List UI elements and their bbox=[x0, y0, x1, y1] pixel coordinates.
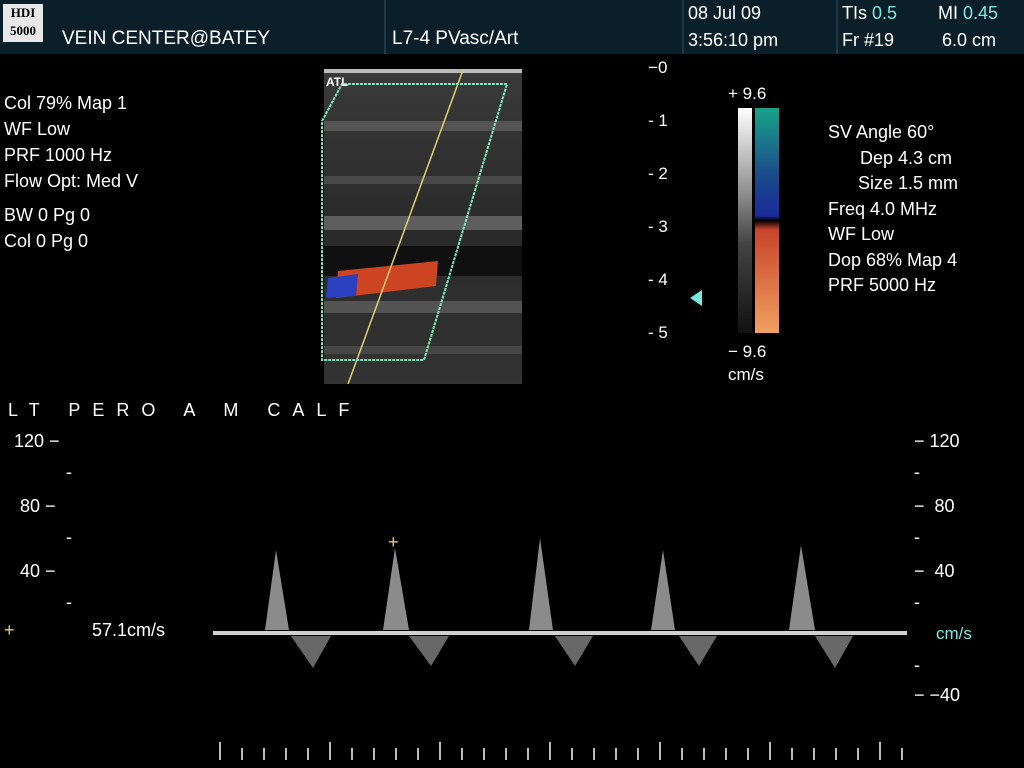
sample-volume-marker bbox=[690, 290, 702, 306]
right-tick-40: − 40 bbox=[914, 561, 955, 581]
tis-value: 0.5 bbox=[872, 3, 898, 23]
color-velocity-bar bbox=[755, 108, 779, 333]
measure-cursor-icon: + bbox=[4, 620, 15, 640]
atl-brand: ATL bbox=[326, 75, 348, 89]
color-scale-unit: cm/s bbox=[728, 365, 764, 384]
depth-tick-2: - 2 bbox=[648, 164, 668, 183]
baseline-unit: cm/s bbox=[936, 624, 972, 643]
tis-readout: TIs 0.5 bbox=[842, 3, 897, 24]
color-gain-map: Col 79% Map 1 bbox=[4, 93, 128, 113]
right-tick-80: − 80 bbox=[914, 496, 955, 516]
left-tick-80: 80 − bbox=[20, 496, 56, 516]
doppler-waveform: + bbox=[265, 532, 853, 668]
sv-depth: Dep 4.3 cm bbox=[860, 147, 953, 168]
header-separator bbox=[836, 0, 838, 54]
left-tick-40: 40 − bbox=[20, 561, 56, 581]
right-minor-tick: - bbox=[914, 592, 920, 612]
color-settings-panel: Col 79% Map 1 WF Low PRF 1000 Hz Flow Op… bbox=[4, 90, 138, 254]
frame-label: Fr bbox=[842, 30, 859, 50]
institution-name: VEIN CENTER@BATEY bbox=[62, 28, 270, 49]
sv-size: Size 1.5 mm bbox=[858, 173, 959, 193]
logo-line2: 5000 bbox=[10, 23, 36, 38]
right-tick-120: − 120 bbox=[914, 431, 960, 451]
header-separator bbox=[384, 0, 386, 54]
depth-readout: 6.0 cm bbox=[942, 30, 997, 50]
right-minor-tick: - bbox=[914, 655, 920, 675]
bmode-image: ATL bbox=[321, 69, 522, 385]
doppler-gain-map: Dop 68% Map 4 bbox=[828, 249, 958, 270]
color-flow-opt: Flow Opt: Med V bbox=[4, 171, 139, 191]
spectrum-label: LT PERO A M CALF bbox=[8, 400, 362, 420]
right-minor-tick: - bbox=[914, 462, 920, 482]
left-tick-120: 120 − bbox=[14, 431, 60, 451]
color-prf: PRF 1000 Hz bbox=[4, 145, 113, 165]
doppler-wall-filter: WF Low bbox=[828, 224, 895, 244]
col-pg: Col 0 Pg 0 bbox=[4, 231, 89, 251]
probe-name: L7-4 PVasc/Art bbox=[392, 28, 519, 49]
frame-value: #19 bbox=[864, 30, 895, 50]
logo-line1: HDI bbox=[10, 5, 36, 20]
depth-tick-0: −0 bbox=[648, 58, 668, 77]
bw-pg: BW 0 Pg 0 bbox=[4, 205, 91, 225]
left-minor-tick: - bbox=[66, 462, 72, 482]
depth-tick-3: - 3 bbox=[648, 217, 668, 236]
depth-tick-1: - 1 bbox=[648, 111, 668, 130]
depth-tick-4: - 4 bbox=[648, 270, 668, 289]
right-tick-neg40: − −40 bbox=[914, 685, 961, 705]
mi-label: MI bbox=[938, 3, 958, 23]
mi-readout: MI 0.45 bbox=[938, 3, 998, 24]
color-scale-top: + 9.6 bbox=[728, 84, 767, 103]
color-wall-filter: WF Low bbox=[4, 119, 71, 139]
header-separator bbox=[682, 0, 684, 54]
time-scale bbox=[219, 742, 903, 760]
doppler-frequency: Freq 4.0 MHz bbox=[828, 198, 938, 219]
mi-value: 0.45 bbox=[963, 3, 999, 23]
right-minor-tick: - bbox=[914, 527, 920, 547]
sv-angle: SV Angle 60° bbox=[828, 122, 935, 142]
hdi-logo: HDI 5000 bbox=[3, 4, 43, 42]
exam-date: 08 Jul 09 bbox=[688, 3, 762, 23]
depth-tick-5: - 5 bbox=[648, 323, 668, 342]
tis-label: TIs bbox=[842, 3, 867, 23]
left-minor-tick: - bbox=[66, 527, 72, 547]
doppler-prf: PRF 5000 Hz bbox=[828, 275, 937, 295]
frame-readout: Fr #19 bbox=[842, 30, 894, 51]
caliper-cursor-icon: + bbox=[388, 532, 399, 552]
exam-time: 3:56:10 pm bbox=[688, 30, 779, 50]
gray-bar bbox=[738, 108, 752, 333]
color-scale-bottom: − 9.6 bbox=[728, 342, 767, 361]
left-minor-tick: - bbox=[66, 592, 72, 612]
doppler-settings-panel: SV Angle 60° Dep 4.3 cm Size 1.5 mm Freq… bbox=[828, 120, 958, 299]
velocity-measurement: 57.1cm/s bbox=[92, 620, 166, 640]
